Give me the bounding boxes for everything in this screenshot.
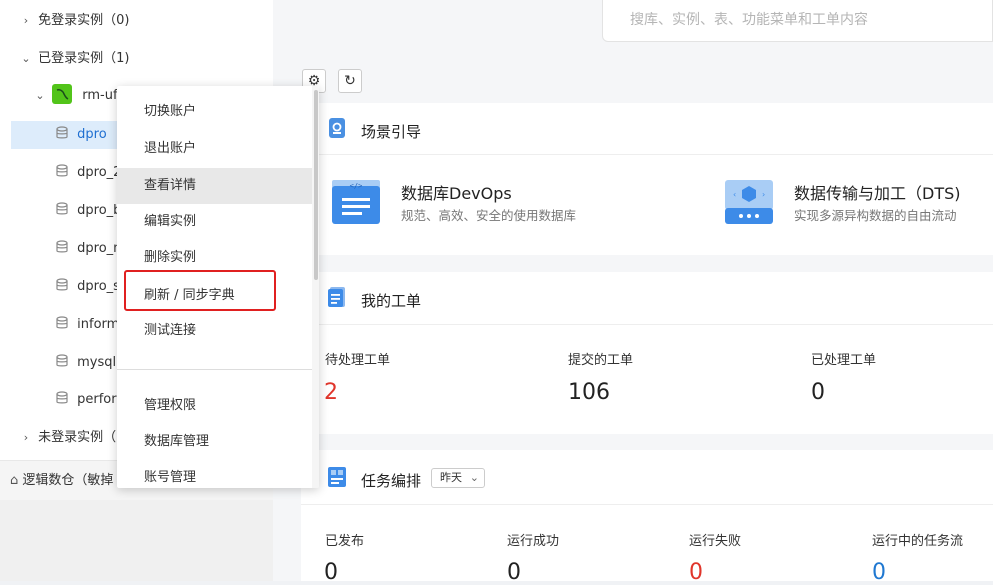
submitted-tickets-label: 提交的工单 <box>568 353 634 368</box>
svg-text:›: › <box>762 190 765 199</box>
database-icon <box>56 202 68 215</box>
scenario-guide-card: 场景引导 </> 数据库DevOps 规范、高效、安全的使用数据库 ‹ › 数据… <box>301 103 993 255</box>
menu-item-logout-account[interactable]: 退出账户 <box>117 131 312 167</box>
tree-db-item[interactable]: dpro_b <box>55 197 121 225</box>
tree-group-not-logged-in[interactable]: › 未登录实例（ <box>18 424 116 452</box>
period-value: 昨天 <box>440 471 462 484</box>
run-failed-count[interactable]: 0 <box>689 560 703 585</box>
divider <box>301 154 993 155</box>
logic-warehouse-label: 逻辑数仓（敏掉 <box>22 473 114 488</box>
tree-group-label: 免登录实例（0) <box>38 13 130 28</box>
dts-icon[interactable]: ‹ › <box>725 180 773 224</box>
pending-tickets-count[interactable]: 2 <box>324 380 338 405</box>
run-success-label: 运行成功 <box>507 534 560 549</box>
task-orchestration-card: 任务编排 已发布 0 运行成功 0 运行失败 0 运行中的任务流 0 <box>301 450 993 585</box>
divider <box>301 324 993 325</box>
run-failed-label: 运行失败 <box>689 534 742 549</box>
card-title: 任务编排 <box>361 472 422 490</box>
run-success-count[interactable]: 0 <box>507 560 521 585</box>
submitted-tickets-count[interactable]: 106 <box>568 380 610 405</box>
handled-tickets-count[interactable]: 0 <box>811 380 825 405</box>
database-icon <box>56 354 68 367</box>
tree-db-item[interactable]: mysql <box>55 349 116 377</box>
menu-item-view-details[interactable]: 查看详情 <box>117 168 312 204</box>
svg-text:</>: </> <box>350 182 363 190</box>
home-icon: ⌂ <box>10 473 19 488</box>
devops-icon[interactable]: </> <box>332 180 380 224</box>
database-icon <box>56 240 68 253</box>
tree-db-item[interactable]: dpro_2 <box>55 159 121 187</box>
dts-title[interactable]: 数据传输与加工（DTS) <box>794 180 961 204</box>
search-placeholder: 搜库、实例、表、功能菜单和工单内容 <box>630 12 868 28</box>
tree-db-item[interactable]: dpro_m <box>55 235 126 263</box>
ticket-icon <box>328 287 345 307</box>
highlight-annotation-box <box>124 270 276 311</box>
database-icon <box>56 278 68 291</box>
devops-subtitle: 规范、高效、安全的使用数据库 <box>401 208 577 223</box>
running-flows-count[interactable]: 0 <box>872 560 886 585</box>
published-count[interactable]: 0 <box>324 560 338 585</box>
tree-db-item[interactable]: dpro_s <box>55 273 120 301</box>
sidebar-empty-area <box>0 500 273 581</box>
menu-scrollbar-thumb[interactable] <box>314 90 318 280</box>
handled-tickets-label: 已处理工单 <box>811 353 877 368</box>
card-title: 我的工单 <box>361 292 422 310</box>
chevron-down-icon: ⌄ <box>469 471 479 484</box>
running-flows-label: 运行中的任务流 <box>872 534 964 549</box>
tree-instance-node[interactable]: ⌄ rm-uf6 <box>32 82 126 110</box>
refresh-button[interactable]: ↻ <box>338 69 362 93</box>
db-name: dpro_b <box>77 203 122 218</box>
devops-title[interactable]: 数据库DevOps <box>401 180 512 204</box>
guide-icon <box>329 118 345 138</box>
divider <box>301 504 993 505</box>
card-title: 场景引导 <box>361 123 422 141</box>
tree-group-logged-in[interactable]: ⌄ 已登录实例（1) <box>18 45 129 73</box>
database-icon <box>56 164 68 177</box>
menu-item-account-management[interactable]: 账号管理 <box>117 460 312 488</box>
db-name: dpro <box>77 127 107 142</box>
menu-item-test-connection[interactable]: 测试连接 <box>117 313 312 349</box>
chevron-right-icon[interactable]: › <box>18 7 34 35</box>
chevron-down-icon[interactable]: ⌄ <box>18 45 34 73</box>
db-name: mysql <box>77 355 117 370</box>
menu-item-switch-account[interactable]: 切换账户 <box>117 94 312 130</box>
menu-item-manage-permissions[interactable]: 管理权限 <box>117 388 312 424</box>
published-label: 已发布 <box>325 534 365 549</box>
chevron-down-icon[interactable]: ⌄ <box>32 82 48 110</box>
tree-group-free-login[interactable]: › 免登录实例（0) <box>18 7 130 35</box>
refresh-icon: ↻ <box>344 73 356 89</box>
task-icon <box>328 467 346 487</box>
menu-item-database-management[interactable]: 数据库管理 <box>117 424 312 460</box>
pending-tickets-label: 待处理工单 <box>325 353 391 368</box>
menu-item-edit-instance[interactable]: 编辑实例 <box>117 204 312 240</box>
database-icon <box>56 391 68 404</box>
tree-group-label: 未登录实例（ <box>38 430 117 445</box>
period-select[interactable]: 昨天 ⌄ <box>431 468 485 488</box>
menu-scrollbar[interactable] <box>312 86 319 488</box>
menu-divider <box>117 369 312 370</box>
db-name: dpro_2 <box>77 165 122 180</box>
svg-text:‹: ‹ <box>733 190 736 199</box>
db-name: dpro_s <box>77 279 120 294</box>
global-search-input[interactable]: 搜库、实例、表、功能菜单和工单内容 <box>602 0 993 42</box>
mysql-instance-icon <box>52 84 73 104</box>
tree-group-label: 已登录实例（1) <box>38 51 130 66</box>
my-tickets-card: 我的工单 待处理工单 2 提交的工单 106 已处理工单 0 <box>301 272 993 434</box>
dts-subtitle: 实现多源异构数据的自由流动 <box>794 208 957 223</box>
database-icon <box>56 126 68 139</box>
chevron-right-icon[interactable]: › <box>18 424 34 452</box>
database-icon <box>56 316 68 329</box>
